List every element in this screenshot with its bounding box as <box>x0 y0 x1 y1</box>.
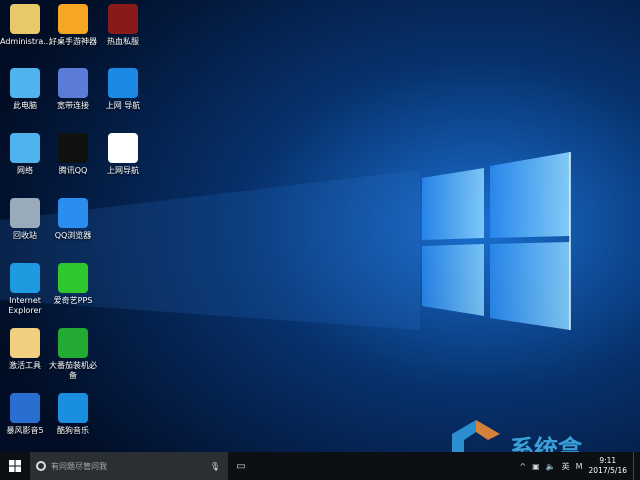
task-view-icon: ▭ <box>236 460 246 472</box>
desktop-icon-hot-game[interactable]: 热血私服 <box>98 4 148 47</box>
desktop-icon-label: QQ浏览器 <box>54 231 92 240</box>
desktop-icon-game-monster[interactable]: 好桌手游神器 <box>48 4 98 47</box>
desktop-icon-iqiyi[interactable]: 爱奇艺PPS <box>48 263 98 306</box>
network-status-icon[interactable]: ▣ <box>532 462 540 471</box>
show-desktop-button[interactable] <box>633 452 636 480</box>
start-button[interactable] <box>0 452 30 480</box>
ie-icon <box>10 263 40 293</box>
desktop-icon-label: 宽带连接 <box>57 101 89 110</box>
storm-player-icon <box>10 393 40 423</box>
microphone-icon[interactable]: 🎙 <box>210 462 220 471</box>
ime-indicator[interactable]: 英 <box>562 461 570 472</box>
desktop-icon-label: 上网 导航 <box>105 101 141 110</box>
desktop-icon-ie[interactable]: Internet Explorer <box>0 263 50 316</box>
game-monster-icon <box>58 4 88 34</box>
iqiyi-icon <box>58 263 88 293</box>
desktop-icon-edge-file[interactable]: 上网导航 <box>98 133 148 176</box>
windows-logo-icon <box>9 460 21 472</box>
search-placeholder: 有问题尽管问我 <box>51 461 107 471</box>
desktop-icon-label: Internet Explorer <box>8 296 42 315</box>
shopping-bag-icon <box>58 328 88 358</box>
desktop-icon-qq-penguin[interactable]: 腾讯QQ <box>48 133 98 176</box>
desktop-icon-label: 暴风影音5 <box>6 426 44 435</box>
qq-penguin-icon <box>58 133 88 163</box>
desktop-icon-storm-player[interactable]: 暴风影音5 <box>0 393 50 436</box>
computer-icon <box>10 68 40 98</box>
desktop-icon-broadband[interactable]: 宽带连接 <box>48 68 98 111</box>
desktop-icon-label: 上网导航 <box>107 166 139 175</box>
desktop-icon-label: 网络 <box>17 166 33 175</box>
desktop-icon-label: Administra... <box>0 37 51 46</box>
desktop-icon-kugou[interactable]: 酷狗音乐 <box>48 393 98 436</box>
taskbar: 有问题尽管问我 🎙 ▭ ^ ▣ 🔈 英 M 9:11 2017/5/16 <box>0 452 640 480</box>
desktop-icon-label: 此电脑 <box>13 101 37 110</box>
network-icon <box>10 133 40 163</box>
desktop-icon-activation-file[interactable]: 激活工具 <box>0 328 50 371</box>
activation-file-icon <box>10 328 40 358</box>
desktop-icon-label: 大番茄装机必备 <box>49 361 97 380</box>
recycle-bin-icon <box>10 198 40 228</box>
desktop-icon-label: 酷狗音乐 <box>57 426 89 435</box>
broadband-icon <box>58 68 88 98</box>
desktop-icon-qq-browser[interactable]: QQ浏览器 <box>48 198 98 241</box>
cortana-icon <box>36 461 46 471</box>
desktop-icon-label: 腾讯QQ <box>58 166 88 175</box>
user-folder-icon <box>10 4 40 34</box>
edge-icon <box>108 68 138 98</box>
desktop-icon-computer[interactable]: 此电脑 <box>0 68 50 111</box>
desktop-icon-label: 热血私服 <box>107 37 139 46</box>
ime-mode-icon[interactable]: M <box>576 462 583 471</box>
desktop-icon-label: 激活工具 <box>9 361 41 370</box>
desktop-icon-user-folder[interactable]: Administra... <box>0 4 51 47</box>
volume-muted-icon[interactable]: 🔈 <box>546 462 556 471</box>
desktop-icon-edge[interactable]: 上网 导航 <box>98 68 148 111</box>
show-hidden-icons-chevron-icon[interactable]: ^ <box>519 462 526 471</box>
desktop-icon-shopping-bag[interactable]: 大番茄装机必备 <box>48 328 98 381</box>
cortana-search-box[interactable]: 有问题尽管问我 🎙 <box>30 452 228 480</box>
hot-game-icon <box>108 4 138 34</box>
task-view-button[interactable]: ▭ <box>228 461 254 472</box>
system-tray: ^ ▣ 🔈 英 M 9:11 2017/5/16 <box>519 452 640 480</box>
kugou-icon <box>58 393 88 423</box>
desktop-icon-label: 回收站 <box>13 231 37 240</box>
qq-browser-icon <box>58 198 88 228</box>
desktop-icon-recycle-bin[interactable]: 回收站 <box>0 198 50 241</box>
clock[interactable]: 9:11 2017/5/16 <box>589 456 627 476</box>
clock-time: 9:11 <box>599 456 617 465</box>
edge-file-icon <box>108 133 138 163</box>
desktop-icon-label: 好桌手游神器 <box>49 37 97 46</box>
clock-date: 2017/5/16 <box>588 466 627 475</box>
desktop-icon-network[interactable]: 网络 <box>0 133 50 176</box>
desktop-icon-label: 爱奇艺PPS <box>53 296 93 305</box>
